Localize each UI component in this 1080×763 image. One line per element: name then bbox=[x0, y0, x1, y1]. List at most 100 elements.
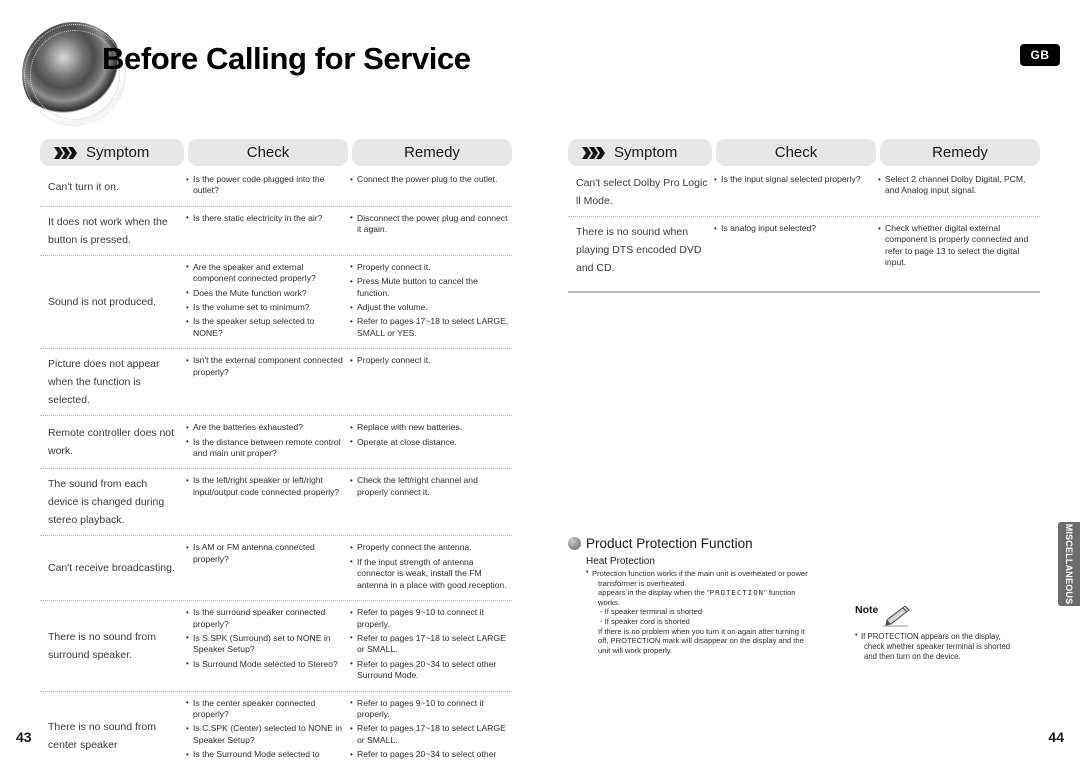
remedy-item: Connect the power plug to the outlet. bbox=[350, 173, 510, 185]
product-protection-heading: Product Protection Function bbox=[568, 536, 1038, 551]
note-box: Note If PROTECTION appears on the displa… bbox=[855, 604, 1045, 662]
cell-remedy: Connect the power plug to the outlet. bbox=[348, 173, 512, 200]
pp-dash-1: - If speaker terminal is shorted bbox=[600, 607, 703, 617]
product-protection-body: Heat Protection Protection function work… bbox=[568, 556, 858, 655]
table-row: The sound from each device is changed du… bbox=[40, 468, 512, 535]
cell-remedy-list: Properly connect the antenna. If the inpu… bbox=[350, 542, 510, 591]
symptom-text: There is no sound when playing DTS encod… bbox=[576, 226, 702, 274]
check-item: Is the power code plugged into the outle… bbox=[186, 174, 344, 197]
column-header-symptom: Symptom bbox=[568, 139, 712, 166]
cell-check-list: Is AM or FM antenna connected properly? bbox=[186, 542, 344, 565]
cell-symptom: The sound from each device is changed du… bbox=[40, 475, 184, 529]
pencil-icon bbox=[883, 605, 911, 627]
remedy-item: Refer to pages 17~18 to select LARGE, SM… bbox=[350, 316, 510, 339]
table-row: It does not work when the button is pres… bbox=[40, 205, 512, 255]
page-header: Before Calling for Service GB bbox=[0, 0, 1080, 126]
cell-check: Are the batteries exhausted? Is the dista… bbox=[184, 422, 348, 462]
check-item: Is C.SPK (Center) selected to NONE in Sp… bbox=[186, 723, 344, 746]
product-protection-title: Product Protection Function bbox=[586, 536, 753, 551]
cell-remedy: Check the left/right channel and properl… bbox=[348, 475, 512, 529]
pp-line-6: off, PROTECTION mark will disappear on t… bbox=[598, 636, 804, 646]
check-item: Is analog input selected? bbox=[714, 222, 872, 234]
column-header-remedy-label: Remedy bbox=[404, 144, 460, 161]
symptom-text: Sound is not produced. bbox=[48, 296, 156, 309]
table-row: Can't select Dolby Pro Logic ll Mode. Is … bbox=[568, 168, 1040, 216]
check-item: Is AM or FM antenna connected properly? bbox=[186, 542, 344, 565]
cell-remedy: Properly connect it. Press Mute button to… bbox=[348, 261, 512, 342]
remedy-item: Refer to pages 17~18 to select LARGE or … bbox=[350, 632, 510, 656]
column-header-check: Check bbox=[716, 139, 876, 166]
cell-check-list: Is the input signal selected properly? bbox=[714, 173, 872, 185]
symptom-text: Remote controller does not work. bbox=[48, 427, 175, 458]
cell-symptom: Can't select Dolby Pro Logic ll Mode. bbox=[568, 174, 712, 210]
check-item: Is the surround speaker connected proper… bbox=[186, 607, 344, 630]
cell-check-list: Isn't the external component connected p… bbox=[186, 355, 344, 378]
table-body-right: Can't select Dolby Pro Logic ll Mode. Is … bbox=[568, 168, 1040, 283]
manual-page-spread: Before Calling for Service GB MISCELLANE… bbox=[0, 0, 1080, 763]
note-content: If PROTECTION appears on the display, ch… bbox=[855, 631, 1045, 662]
section-tab-miscellaneous[interactable]: MISCELLANEOUS bbox=[1058, 522, 1080, 606]
column-header-symptom-label: Symptom bbox=[614, 144, 678, 161]
troubleshooting-table-left: Symptom Check Remedy Can't turn it on. Is… bbox=[40, 139, 512, 763]
check-item: Is the distance between remote control a… bbox=[186, 436, 344, 460]
column-header-symptom: Symptom bbox=[40, 139, 184, 166]
remedy-item: Refer to pages 9~10 to connect it proper… bbox=[350, 697, 510, 721]
table-header-row: Symptom Check Remedy bbox=[40, 139, 512, 166]
table-header-row: Symptom Check Remedy bbox=[568, 139, 1040, 166]
remedy-item: Refer to pages 20~34 to select other Sur… bbox=[350, 749, 510, 763]
remedy-item: Check the left/right channel and properl… bbox=[350, 475, 510, 498]
cell-remedy: Disconnect the power plug and connect it… bbox=[348, 212, 512, 249]
cell-symptom: Can't receive broadcasting. bbox=[40, 542, 184, 594]
symptom-text: The sound from each device is changed du… bbox=[48, 478, 165, 527]
remedy-item: Properly connect the antenna. bbox=[350, 542, 510, 554]
check-item: Is the Surround Mode selected to Stereo? bbox=[186, 749, 344, 763]
note-line-1: If PROTECTION appears on the display, bbox=[861, 632, 1001, 641]
cell-check-list: Is there static electricity in the air? bbox=[186, 212, 344, 224]
cell-remedy-list: Check whether digital external component… bbox=[878, 223, 1038, 269]
note-header: Note bbox=[855, 604, 1045, 632]
heat-protection-subtitle: Heat Protection bbox=[586, 556, 655, 567]
pp-line-4: works. bbox=[598, 597, 620, 607]
cell-remedy: Select 2 channel Dolby Digital, PCM, and… bbox=[876, 174, 1040, 210]
pp-line-3-post: " function bbox=[764, 588, 796, 598]
cell-check: Is the input signal selected properly? bbox=[712, 173, 876, 210]
cell-symptom: There is no sound when playing DTS encod… bbox=[568, 223, 712, 277]
symptom-text: Picture does not appear when the functio… bbox=[48, 358, 160, 407]
triple-arrow-icon bbox=[582, 146, 605, 159]
check-item: Are the speaker and external component c… bbox=[186, 261, 344, 285]
cell-symptom: There is no sound from surround speaker. bbox=[40, 607, 184, 684]
cell-check: Is analog input selected? bbox=[712, 222, 876, 277]
cell-check-list: Is the left/right speaker or left/right … bbox=[186, 475, 344, 498]
cell-remedy-list: Properly connect it. bbox=[350, 355, 510, 367]
column-header-symptom-label: Symptom bbox=[86, 144, 150, 161]
section-tab-label: MISCELLANEOUS bbox=[1064, 523, 1074, 605]
check-item: Is the speaker setup selected to NONE? bbox=[186, 316, 344, 339]
remedy-item: If the input strength of antenna connect… bbox=[350, 556, 510, 591]
cell-symptom: Sound is not produced. bbox=[40, 262, 184, 342]
remedy-item: Refer to pages 20~34 to select other Sur… bbox=[350, 658, 510, 682]
cell-check-list: Is the power code plugged into the outle… bbox=[186, 174, 344, 197]
check-item: Is S.SPK (Surround) set to NONE in Speak… bbox=[186, 632, 344, 656]
symptom-text: There is no sound from center speaker bbox=[48, 721, 156, 752]
column-header-check-label: Check bbox=[246, 144, 290, 161]
pp-line-2: transformer is overheated. bbox=[598, 578, 687, 588]
cell-remedy-list: Connect the power plug to the outlet. bbox=[350, 173, 510, 185]
page-title: Before Calling for Service bbox=[102, 41, 471, 76]
remedy-item: Refer to pages 17~18 to select LARGE or … bbox=[350, 723, 510, 746]
cell-check: Is the power code plugged into the outle… bbox=[184, 174, 348, 200]
cell-check: Is the left/right speaker or left/right … bbox=[184, 475, 348, 529]
cell-check: Is AM or FM antenna connected properly? bbox=[184, 542, 348, 594]
remedy-item: Select 2 channel Dolby Digital, PCM, and… bbox=[878, 174, 1038, 197]
column-header-remedy: Remedy bbox=[352, 139, 512, 166]
cell-remedy-list: Refer to pages 9~10 to connect it proper… bbox=[350, 697, 510, 763]
pp-line-7: unit will work properly. bbox=[598, 645, 673, 655]
pp-line-1: Protection function works if the main un… bbox=[592, 569, 808, 578]
symptom-text: Can't select Dolby Pro Logic ll Mode. bbox=[576, 177, 708, 207]
cell-remedy-list: Replace with new batteries. Operate at cl… bbox=[350, 422, 510, 448]
table-row: Sound is not produced. Are the speaker an… bbox=[40, 254, 512, 348]
pp-line-3: appears in the display when the "PROTECT… bbox=[592, 588, 858, 598]
table-row: There is no sound from center speaker Is … bbox=[40, 690, 512, 763]
table-bottom-rule bbox=[568, 291, 1040, 293]
note-label: Note bbox=[855, 604, 879, 616]
region-badge: GB bbox=[1020, 44, 1060, 66]
